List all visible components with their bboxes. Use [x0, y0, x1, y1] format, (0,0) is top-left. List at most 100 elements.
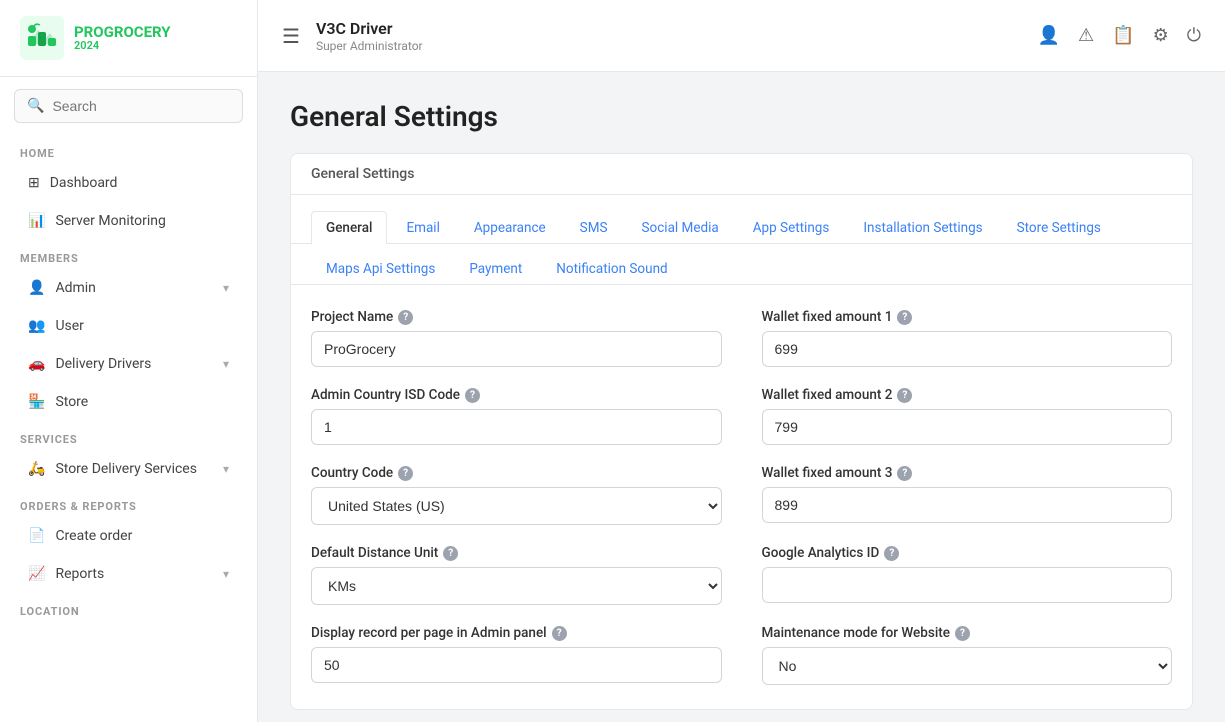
sidebar-item-admin[interactable]: 👤 Admin ▾ — [8, 270, 249, 306]
label-distance-unit: Default Distance Unit ? — [311, 545, 722, 561]
tab-appearance[interactable]: Appearance — [459, 211, 561, 244]
sidebar-item-delivery-drivers[interactable]: 🚗 Delivery Drivers ▾ — [8, 346, 249, 382]
form-group-project-name: Project Name ? — [311, 309, 722, 367]
card-header: General Settings — [291, 154, 1192, 195]
chevron-down-icon: ▾ — [223, 357, 229, 371]
sidebar-item-label: User — [55, 318, 83, 334]
gear-icon[interactable]: ⚙ — [1153, 25, 1169, 46]
sidebar-item-dashboard[interactable]: ⊞ Dashboard — [8, 165, 249, 201]
sidebar-item-label: Server Monitoring — [55, 213, 165, 229]
sidebar-item-label: Delivery Drivers — [55, 356, 151, 372]
form-group-records-per-page: Display record per page in Admin panel ? — [311, 625, 722, 685]
delivery-icon: 🛵 — [28, 461, 45, 477]
sidebar-item-reports[interactable]: 📈 Reports ▾ — [8, 556, 249, 592]
reports-icon: 📈 — [28, 566, 45, 582]
search-box[interactable]: 🔍 — [14, 89, 243, 123]
tab-installation-settings[interactable]: Installation Settings — [848, 211, 997, 244]
brand-year: 2024 — [74, 40, 171, 51]
topbar-left: ☰ V3C Driver Super Administrator — [282, 19, 423, 53]
topbar-title: V3C Driver — [316, 19, 423, 38]
label-wallet-3: Wallet fixed amount 3 ? — [762, 465, 1173, 481]
input-records-per-page[interactable] — [311, 647, 722, 683]
search-icon: 🔍 — [27, 98, 44, 114]
tab-social-media[interactable]: Social Media — [627, 211, 734, 244]
chevron-down-icon: ▾ — [223, 281, 229, 295]
sidebar-item-server-monitoring[interactable]: 📊 Server Monitoring — [8, 203, 249, 239]
label-country-code: Country Code ? — [311, 465, 722, 481]
form-group-analytics: Google Analytics ID ? — [762, 545, 1173, 605]
help-icon-wallet-3[interactable]: ? — [897, 466, 912, 481]
store-icon: 🏪 — [28, 394, 45, 410]
help-icon-records-per-page[interactable]: ? — [552, 626, 567, 641]
tabs-row: General Email Appearance SMS Social Medi… — [291, 195, 1192, 244]
logo-area: PROGROCERY 2024 — [0, 0, 257, 77]
nav-section-orders-reports: ORDERS & REPORTS — [0, 488, 257, 517]
sidebar-item-label: Create order — [55, 528, 132, 544]
topbar-title-area: V3C Driver Super Administrator — [316, 19, 423, 53]
sidebar-item-label: Reports — [55, 566, 104, 582]
logo-icon — [20, 16, 64, 60]
help-icon-project-name[interactable]: ? — [398, 310, 413, 325]
user-group-icon: 👥 — [28, 318, 45, 334]
main-area: ☰ V3C Driver Super Administrator 👤 ⚠ 📋 ⚙… — [258, 0, 1225, 722]
nav-section-home: HOME — [0, 135, 257, 164]
form-group-wallet-1: Wallet fixed amount 1 ? — [762, 309, 1173, 367]
sidebar-item-label: Store — [55, 394, 88, 410]
sidebar-item-create-order[interactable]: 📄 Create order — [8, 518, 249, 554]
input-wallet-2[interactable] — [762, 409, 1173, 445]
input-wallet-3[interactable] — [762, 487, 1173, 523]
form-group-distance-unit: Default Distance Unit ? KMs Miles — [311, 545, 722, 605]
select-maintenance[interactable]: No Yes — [762, 647, 1173, 685]
help-icon-maintenance[interactable]: ? — [955, 626, 970, 641]
settings-card: General Settings General Email Appearanc… — [290, 153, 1193, 710]
input-isd[interactable] — [311, 409, 722, 445]
notes-icon[interactable]: 📋 — [1112, 25, 1134, 46]
sidebar-item-store-delivery-services[interactable]: 🛵 Store Delivery Services ▾ — [8, 451, 249, 487]
select-country-code[interactable]: United States (US) Canada (CA) United Ki… — [311, 487, 722, 525]
tab-store-settings[interactable]: Store Settings — [1002, 211, 1116, 244]
sidebar-item-store[interactable]: 🏪 Store — [8, 384, 249, 420]
form-group-country-code: Country Code ? United States (US) Canada… — [311, 465, 722, 525]
tab-general[interactable]: General — [311, 211, 387, 244]
select-distance-unit[interactable]: KMs Miles — [311, 567, 722, 605]
input-analytics[interactable] — [762, 567, 1173, 603]
help-icon-analytics[interactable]: ? — [884, 546, 899, 561]
tab-maps-api[interactable]: Maps Api Settings — [311, 252, 450, 285]
form-group-wallet-2: Wallet fixed amount 2 ? — [762, 387, 1173, 445]
power-icon[interactable]: ⏻ — [1187, 25, 1201, 46]
label-isd: Admin Country ISD Code ? — [311, 387, 722, 403]
user-icon: 👤 — [28, 280, 45, 296]
input-project-name[interactable] — [311, 331, 722, 367]
help-icon-isd[interactable]: ? — [465, 388, 480, 403]
tab-notification-sound[interactable]: Notification Sound — [541, 252, 682, 285]
tab-email[interactable]: Email — [391, 211, 454, 244]
user-profile-icon[interactable]: 👤 — [1038, 25, 1060, 46]
help-icon-wallet-2[interactable]: ? — [897, 388, 912, 403]
tab-payment[interactable]: Payment — [454, 252, 537, 285]
tab-app-settings[interactable]: App Settings — [738, 211, 845, 244]
help-icon-country-code[interactable]: ? — [398, 466, 413, 481]
nav-section-location: LOCATION — [0, 593, 257, 622]
sidebar-item-label: Dashboard — [50, 175, 118, 191]
help-icon-distance-unit[interactable]: ? — [443, 546, 458, 561]
nav-section-services: SERVICES — [0, 421, 257, 450]
help-icon-wallet-1[interactable]: ? — [897, 310, 912, 325]
brand-name: PROGROCERY — [74, 25, 171, 40]
topbar-right: 👤 ⚠ 📋 ⚙ ⏻ — [1038, 25, 1201, 46]
tabs-row-2: Maps Api Settings Payment Notification S… — [291, 244, 1192, 285]
topbar: ☰ V3C Driver Super Administrator 👤 ⚠ 📋 ⚙… — [258, 0, 1225, 72]
chevron-down-icon: ▾ — [223, 567, 229, 581]
page-title: General Settings — [290, 100, 1193, 133]
alert-icon[interactable]: ⚠ — [1078, 25, 1094, 46]
menu-toggle-button[interactable]: ☰ — [282, 24, 300, 48]
chevron-down-icon: ▾ — [223, 462, 229, 476]
sidebar-item-user[interactable]: 👥 User — [8, 308, 249, 344]
person-icon: 🚗 — [28, 356, 45, 372]
search-input[interactable] — [52, 98, 230, 114]
sidebar: PROGROCERY 2024 🔍 HOME ⊞ Dashboard 📊 Ser… — [0, 0, 258, 722]
topbar-subtitle: Super Administrator — [316, 39, 423, 53]
logo-text: PROGROCERY 2024 — [74, 25, 171, 51]
input-wallet-1[interactable] — [762, 331, 1173, 367]
doc-icon: 📄 — [28, 528, 45, 544]
tab-sms[interactable]: SMS — [565, 211, 623, 244]
